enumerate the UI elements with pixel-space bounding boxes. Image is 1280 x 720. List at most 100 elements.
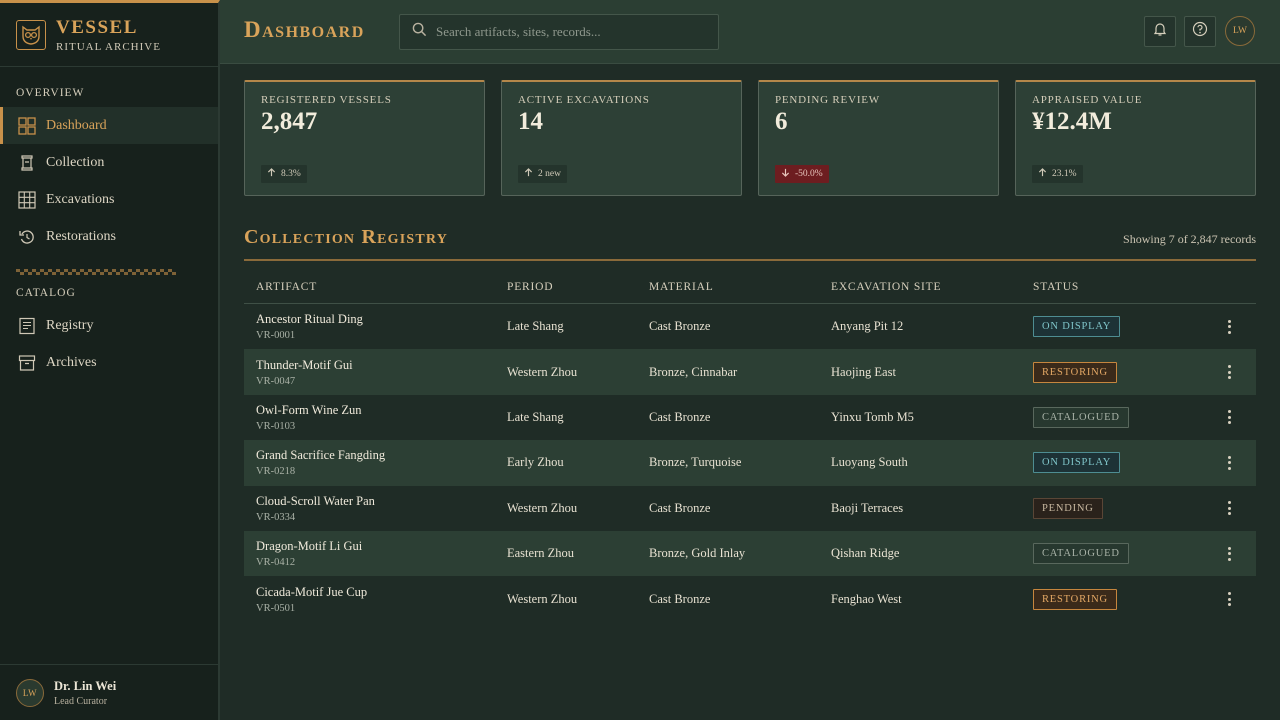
row-actions-button[interactable] <box>1203 455 1256 470</box>
column-header-site[interactable]: EXCAVATION SITE <box>831 281 1033 293</box>
stat-label: PENDING REVIEW <box>775 94 880 106</box>
artifact-cell: Thunder-Motif Gui VR-0047 <box>244 358 507 387</box>
status-badge: PENDING <box>1033 497 1103 519</box>
material-cell: Bronze, Cinnabar <box>649 364 738 379</box>
row-actions-button[interactable] <box>1203 592 1256 607</box>
stat-card-appraised-value[interactable]: APPRAISED VALUE ¥12.4M 23.1% <box>1015 80 1256 196</box>
table-row[interactable]: Ancestor Ritual Ding VR-0001 Late Shang Cas… <box>244 304 1256 349</box>
ornamental-divider <box>16 269 176 275</box>
site-cell: Yinxu Tomb M5 <box>831 409 914 424</box>
table-row[interactable]: Thunder-Motif Gui VR-0047 Western Zhou Bron… <box>244 349 1256 395</box>
row-actions-button[interactable] <box>1203 546 1256 561</box>
sidebar-item-collection[interactable]: Collection <box>0 144 218 181</box>
stat-card-registered-vessels[interactable]: REGISTERED VESSELS 2,847 8.3% <box>244 80 485 196</box>
artifact-name[interactable]: Grand Sacrifice Fangding <box>256 448 507 463</box>
sidebar-item-registry[interactable]: Registry <box>0 307 218 344</box>
artifact-id: VR-0001 <box>256 330 296 342</box>
sidebar-item-label: Restorations <box>46 228 116 244</box>
sidebar-item-dashboard[interactable]: Dashboard <box>0 107 218 144</box>
stat-delta: 8.3% <box>261 165 307 183</box>
artifact-cell: Ancestor Ritual Ding VR-0001 <box>244 312 507 341</box>
column-header-status[interactable]: STATUS <box>1033 281 1203 293</box>
row-actions-button[interactable] <box>1203 410 1256 425</box>
row-actions-button[interactable] <box>1203 501 1256 516</box>
record-count: Showing 7 of 2,847 records <box>1123 232 1256 246</box>
material-cell: Cast Bronze <box>649 591 711 606</box>
artifact-cell: Cloud-Scroll Water Pan VR-0334 <box>244 494 507 523</box>
table-header: ARTIFACT PERIOD MATERIAL EXCAVATION SITE… <box>244 271 1256 304</box>
brand-subtitle: RITUAL ARCHIVE <box>56 40 161 53</box>
artifact-name[interactable]: Cloud-Scroll Water Pan <box>256 494 507 509</box>
site-cell: Haojing East <box>831 364 896 379</box>
brand-title: VESSEL <box>56 16 138 38</box>
status-cell: CATALOGUED <box>1033 543 1203 565</box>
stat-card-active-excavations[interactable]: ACTIVE EXCAVATIONS 14 2 new <box>501 80 742 196</box>
sidebar-item-excavations[interactable]: Excavations <box>0 181 218 218</box>
user-avatar-button[interactable]: LW <box>1225 16 1255 46</box>
search-icon <box>412 22 427 42</box>
artifact-name[interactable]: Cicada-Motif Jue Cup <box>256 585 507 600</box>
search-bar[interactable] <box>399 14 719 50</box>
status-badge: ON DISPLAY <box>1033 316 1121 338</box>
section-title-registry: Collection Registry <box>244 226 449 248</box>
help-button[interactable] <box>1184 16 1216 47</box>
sidebar-item-label: Dashboard <box>46 117 107 133</box>
status-cell: PENDING <box>1033 497 1203 519</box>
artifact-id: VR-0103 <box>256 420 296 432</box>
arrow-up-icon <box>267 168 276 180</box>
status-badge: CATALOGUED <box>1033 406 1129 428</box>
status-badge: RESTORING <box>1033 588 1117 610</box>
status-badge: RESTORING <box>1033 361 1117 383</box>
nav-section-catalog: CATALOG <box>16 287 76 299</box>
stat-delta: 2 new <box>518 165 567 183</box>
sidebar-item-archives[interactable]: Archives <box>0 344 218 381</box>
row-actions-button[interactable] <box>1203 319 1256 334</box>
stat-label: REGISTERED VESSELS <box>261 94 392 106</box>
more-vertical-icon <box>1228 501 1231 516</box>
artifact-name[interactable]: Ancestor Ritual Ding <box>256 312 507 327</box>
material-cell: Cast Bronze <box>649 319 711 334</box>
page-title: Dashboard <box>244 17 365 42</box>
artifact-cell: Dragon-Motif Li Gui VR-0412 <box>244 539 507 568</box>
more-vertical-icon <box>1228 365 1231 380</box>
stats-row: REGISTERED VESSELS 2,847 8.3% ACTIVE EXC… <box>244 80 1256 196</box>
artifact-id: VR-0412 <box>256 557 296 569</box>
artifact-name[interactable]: Thunder-Motif Gui <box>256 358 507 373</box>
restore-icon <box>18 228 36 246</box>
owl-icon <box>16 20 46 50</box>
notifications-button[interactable] <box>1144 16 1176 47</box>
column-header-period[interactable]: PERIOD <box>507 281 649 293</box>
archive-box-icon <box>18 354 36 372</box>
sidebar: VESSEL RITUAL ARCHIVE OVERVIEW Dashboard… <box>0 0 220 720</box>
site-cell: Qishan Ridge <box>831 546 900 561</box>
table-row[interactable]: Grand Sacrifice Fangding VR-0218 Early Zho… <box>244 440 1256 486</box>
artifact-name[interactable]: Dragon-Motif Li Gui <box>256 539 507 554</box>
artifact-name[interactable]: Owl-Form Wine Zun <box>256 403 507 418</box>
stat-delta: -50.0% <box>775 165 829 183</box>
period-cell: Western Zhou <box>507 500 578 515</box>
row-actions-button[interactable] <box>1203 365 1256 380</box>
more-vertical-icon <box>1228 592 1231 607</box>
stat-value: 6 <box>775 108 788 135</box>
stat-delta-text: -50.0% <box>795 169 823 179</box>
column-header-material[interactable]: MATERIAL <box>649 281 831 293</box>
sidebar-item-restorations[interactable]: Restorations <box>0 218 218 255</box>
table-row[interactable]: Owl-Form Wine Zun VR-0103 Late Shang Cast B… <box>244 395 1256 440</box>
more-vertical-icon <box>1228 410 1231 425</box>
period-cell: Eastern Zhou <box>507 546 574 561</box>
column-header-artifact[interactable]: ARTIFACT <box>244 281 507 293</box>
table-row[interactable]: Dragon-Motif Li Gui VR-0412 Eastern Zhou Br… <box>244 530 1256 577</box>
artifact-cell: Owl-Form Wine Zun VR-0103 <box>244 403 507 432</box>
user-profile[interactable]: LW Dr. Lin Wei Lead Curator <box>0 664 218 720</box>
material-cell: Bronze, Turquoise <box>649 455 742 470</box>
table-row[interactable]: Cicada-Motif Jue Cup VR-0501 Western Zhou C… <box>244 576 1256 621</box>
period-cell: Early Zhou <box>507 455 564 470</box>
arrow-down-icon <box>781 168 790 180</box>
stat-card-pending-review[interactable]: PENDING REVIEW 6 -50.0% <box>758 80 999 196</box>
more-vertical-icon <box>1228 455 1231 470</box>
help-icon <box>1192 21 1208 42</box>
sidebar-item-label: Collection <box>46 154 105 170</box>
brand[interactable]: VESSEL RITUAL ARCHIVE <box>0 3 218 67</box>
table-row[interactable]: Cloud-Scroll Water Pan VR-0334 Western Zho… <box>244 486 1256 531</box>
search-input[interactable] <box>436 24 696 40</box>
